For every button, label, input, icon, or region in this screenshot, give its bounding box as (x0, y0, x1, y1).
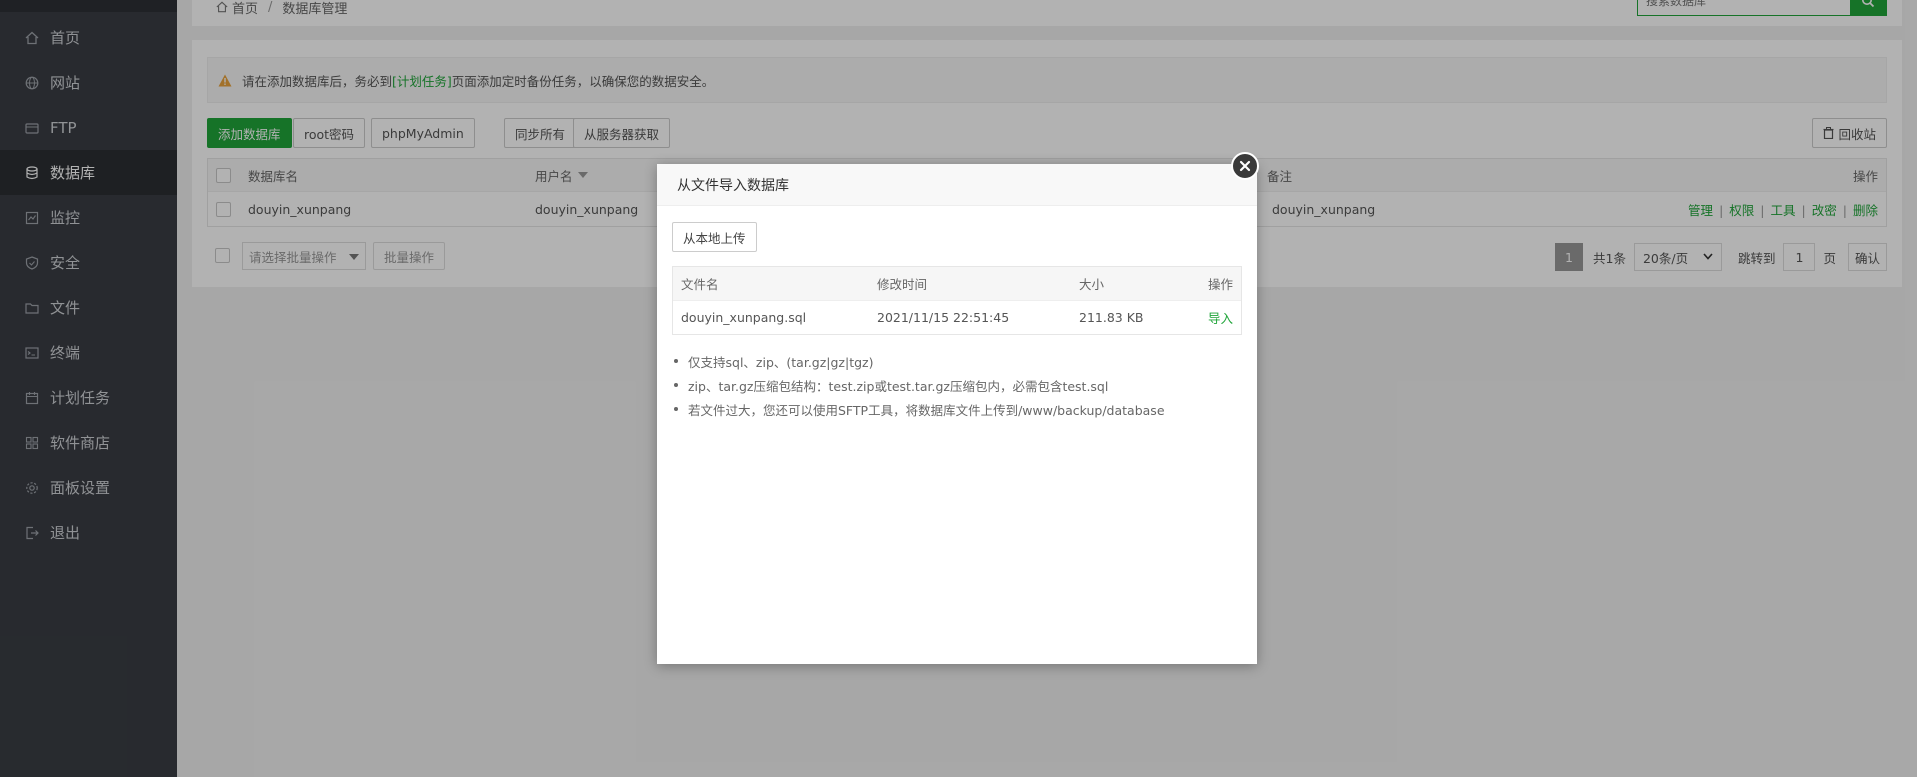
import-file-table: 文件名 修改时间 大小 操作 douyin_xunpang.sql 2021/1… (672, 266, 1242, 335)
upload-local-button[interactable]: 从本地上传 (672, 222, 757, 252)
modal-title: 从文件导入数据库 (657, 164, 1257, 206)
col-file-operation: 操作 (1207, 277, 1233, 292)
tip-item: 若文件过大，您还可以使用SFTP工具，将数据库文件上传到/www/backup/… (672, 397, 1242, 421)
col-size: 大小 (1079, 277, 1105, 292)
file-row: douyin_xunpang.sql 2021/11/15 22:51:45 2… (673, 301, 1241, 334)
close-icon (1239, 160, 1251, 172)
file-name: douyin_xunpang.sql (681, 310, 807, 325)
file-modified-time: 2021/11/15 22:51:45 (877, 310, 1010, 325)
col-modified-time: 修改时间 (877, 277, 928, 292)
file-table-header: 文件名 修改时间 大小 操作 (673, 267, 1241, 301)
import-link[interactable]: 导入 (1208, 301, 1233, 334)
import-tips: 仅支持sql、zip、(tar.gz|gz|tgz) zip、tar.gz压缩包… (672, 349, 1242, 421)
tip-item: 仅支持sql、zip、(tar.gz|gz|tgz) (672, 349, 1242, 373)
tip-item: zip、tar.gz压缩包结构：test.zip或test.tar.gz压缩包内… (672, 373, 1242, 397)
col-filename: 文件名 (681, 277, 719, 292)
file-size: 211.83 KB (1079, 310, 1144, 325)
modal-close-button[interactable] (1231, 152, 1259, 180)
import-database-modal: 从文件导入数据库 从本地上传 文件名 修改时间 大小 操作 douyin_xun… (657, 152, 1259, 664)
